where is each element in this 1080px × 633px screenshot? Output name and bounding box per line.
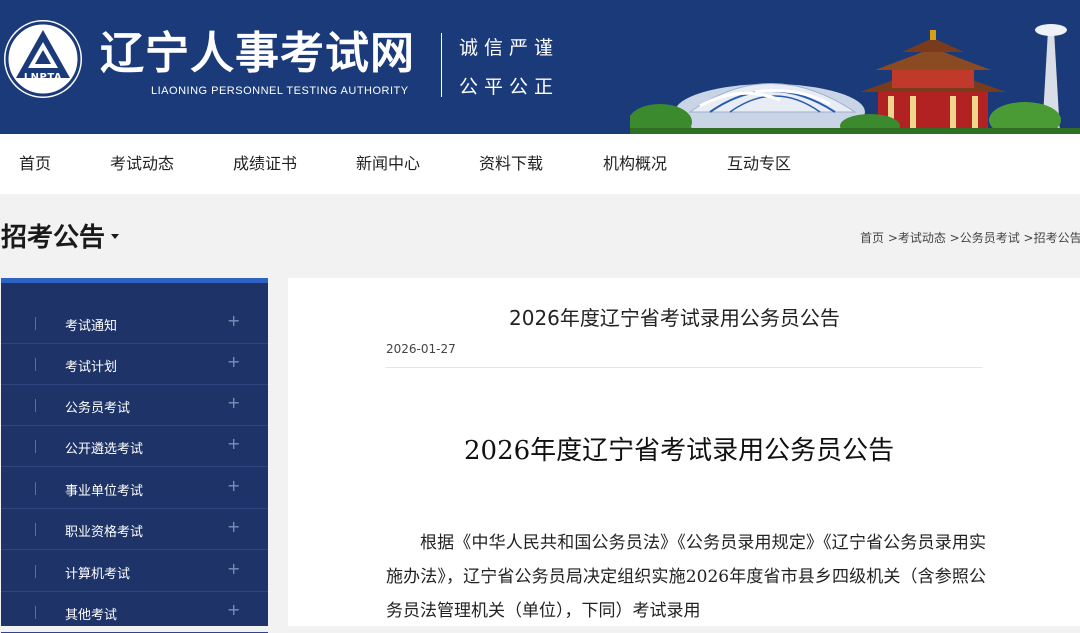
article-panel: 2026年度辽宁省考试录用公务员公告 2026-01-27 2026年度辽宁省考… (288, 278, 1080, 626)
sidebar-item-public-institution[interactable]: 事业单位考试 + (1, 468, 268, 509)
logo-text: LNPTA (23, 72, 63, 83)
document-title: 2026年度辽宁省考试录用公务员公告 (464, 436, 895, 466)
header-divider (441, 33, 442, 97)
bullet-bar-icon (35, 440, 36, 453)
nav-home[interactable]: 首页 (19, 134, 51, 194)
article-divider (386, 367, 982, 368)
bullet-bar-icon (35, 358, 36, 371)
nav-scores-certificates[interactable]: 成绩证书 (233, 134, 297, 194)
section-title[interactable]: 招考公告 (1, 217, 120, 254)
bullet-bar-icon (35, 606, 36, 619)
sidebar-item-label: 其他考试 (65, 608, 118, 623)
bullet-bar-icon (35, 482, 36, 495)
sidebar-item-label: 职业资格考试 (65, 525, 144, 540)
sidebar-item-label: 计算机考试 (65, 567, 131, 582)
sidebar-item-label: 事业单位考试 (65, 484, 144, 499)
bullet-bar-icon (35, 399, 36, 412)
plus-icon[interactable]: + (227, 476, 240, 495)
nav-about[interactable]: 机构概况 (603, 134, 667, 194)
nav-exam-news[interactable]: 考试动态 (110, 134, 174, 194)
sidebar-item-exam-plans[interactable]: 考试计划 + (1, 344, 268, 385)
plus-icon[interactable]: + (227, 600, 240, 619)
sidebar-item-civil-servant[interactable]: 公务员考试 + (1, 385, 268, 426)
banner-landmark-illustration (630, 24, 1080, 134)
article-date: 2026-01-27 (386, 342, 456, 356)
motto-line-2: 公平公正 (459, 76, 560, 98)
sidebar-item-label: 考试通知 (65, 319, 118, 334)
main-nav: 首页 考试动态 成绩证书 新闻中心 资料下载 机构概况 互动专区 (0, 134, 1080, 194)
chevron-down-icon (111, 234, 120, 239)
sidebar-item-label: 公开遴选考试 (65, 442, 144, 457)
nav-interaction[interactable]: 互动专区 (727, 134, 791, 194)
sidebar-menu: 考试通知 + 考试计划 + 公务员考试 + 公开遴选考试 + 事业单位考试 + … (1, 278, 268, 633)
site-header: LNPTA 辽宁人事考试网 LIAONING PERSONNEL TESTING… (0, 0, 1080, 134)
plus-icon[interactable]: + (227, 393, 240, 412)
logo-emblem-icon (5, 21, 81, 97)
site-title[interactable]: 辽宁人事考试网 (100, 26, 415, 82)
sidebar-item-professional-qualification[interactable]: 职业资格考试 + (1, 509, 268, 550)
article-paragraph: 根据《中华人民共和国公务员法》《公务员录用规定》《辽宁省公务员录用实施办法》，辽… (386, 533, 986, 621)
bullet-bar-icon (35, 565, 36, 578)
nav-news-center[interactable]: 新闻中心 (356, 134, 420, 194)
bullet-bar-icon (35, 523, 36, 536)
site-logo[interactable]: LNPTA (4, 20, 82, 98)
sidebar-item-label: 公务员考试 (65, 401, 131, 416)
plus-icon[interactable]: + (227, 434, 240, 453)
sidebar-item-exam-notices[interactable]: 考试通知 + (1, 303, 268, 344)
plus-icon[interactable]: + (227, 559, 240, 578)
plus-icon[interactable]: + (227, 517, 240, 536)
sidebar-item-other-exams[interactable]: 其他考试 + (1, 592, 268, 633)
bullet-bar-icon (35, 317, 36, 330)
plus-icon[interactable]: + (227, 352, 240, 371)
breadcrumb[interactable]: 首页 >考试动态 >公务员考试 >招考公告 (860, 229, 1080, 246)
sidebar-item-open-selection[interactable]: 公开遴选考试 + (1, 426, 268, 467)
sidebar-item-label: 考试计划 (65, 360, 118, 375)
site-subtitle: LIAONING PERSONNEL TESTING AUTHORITY (151, 85, 409, 97)
nav-downloads[interactable]: 资料下载 (479, 134, 543, 194)
plus-icon[interactable]: + (227, 311, 240, 330)
section-title-text: 招考公告 (1, 223, 106, 253)
article-title: 2026年度辽宁省考试录用公务员公告 (509, 306, 840, 330)
motto-line-1: 诚信严谨 (459, 37, 560, 59)
sidebar-item-computer-exam[interactable]: 计算机考试 + (1, 551, 268, 592)
